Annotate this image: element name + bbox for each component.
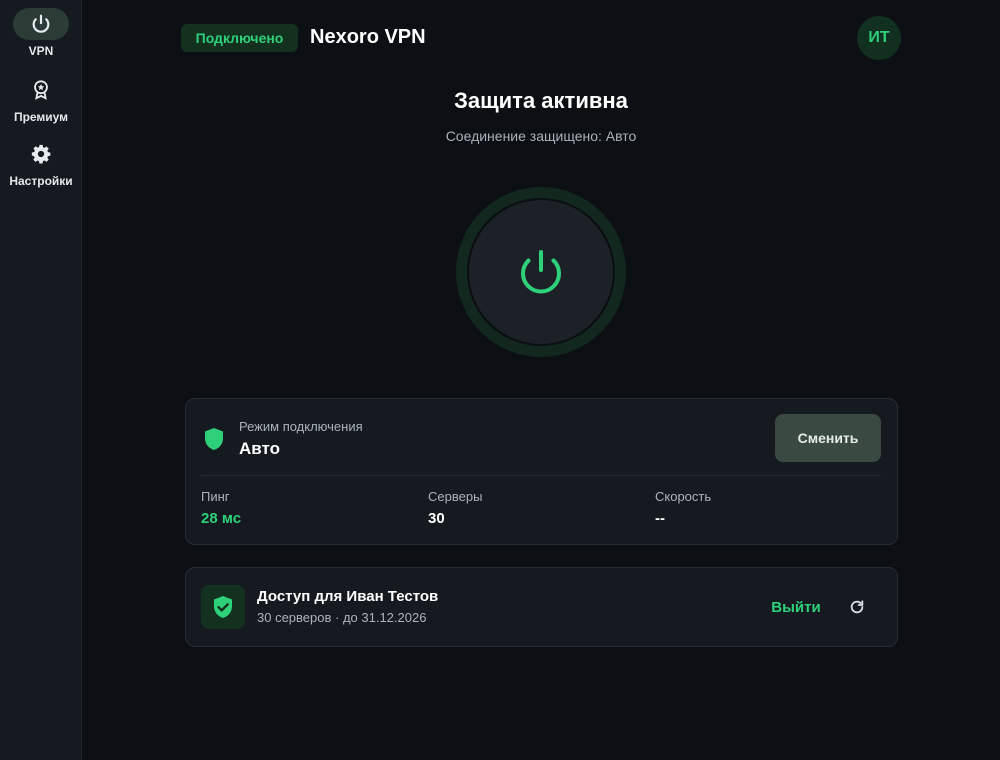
sidebar-item-premium[interactable]: Премиум [0,74,82,124]
protection-status-subtitle: Соединение защищено: Авто [445,128,637,144]
access-title: Доступ для Иван Тестов [257,588,439,605]
sidebar-item-settings[interactable]: Настройки [0,138,82,188]
power-button[interactable] [456,187,626,357]
change-mode-button[interactable]: Сменить [775,414,881,462]
ping-value: 28 мс [201,510,242,527]
connection-mode-caption: Режим подключения [239,419,363,434]
access-subtitle: 30 серверов · до 31.12.2026 [257,610,427,625]
servers-label: Серверы [428,489,483,504]
refresh-icon [850,600,864,614]
avatar[interactable]: ИТ [857,16,901,60]
refresh-button[interactable] [846,596,868,618]
shield-icon [205,428,223,450]
power-button-inner [467,198,615,346]
gear-icon [13,138,69,170]
sidebar-item-vpn[interactable]: VPN [0,8,82,58]
protection-status-title: Защита активна [454,88,628,113]
sidebar-item-label: Премиум [13,110,69,124]
sidebar: VPN Премиум Настройки [0,0,82,760]
ping-label: Пинг [201,489,230,504]
power-icon [521,250,561,294]
shield-check-icon [201,585,245,629]
speed-value: -- [655,510,665,527]
logout-button[interactable]: Выйти [765,597,827,617]
sidebar-item-label: Настройки [9,174,73,188]
connection-mode-value: Авто [239,439,280,458]
connection-status-badge: Подключено [181,24,298,52]
speed-label: Скорость [655,489,712,504]
divider [201,475,881,476]
servers-value: 30 [428,510,445,527]
power-icon [13,8,69,40]
sidebar-item-label: VPN [28,44,54,58]
award-icon [13,74,69,106]
app-title: Nexoro VPN [310,26,426,48]
